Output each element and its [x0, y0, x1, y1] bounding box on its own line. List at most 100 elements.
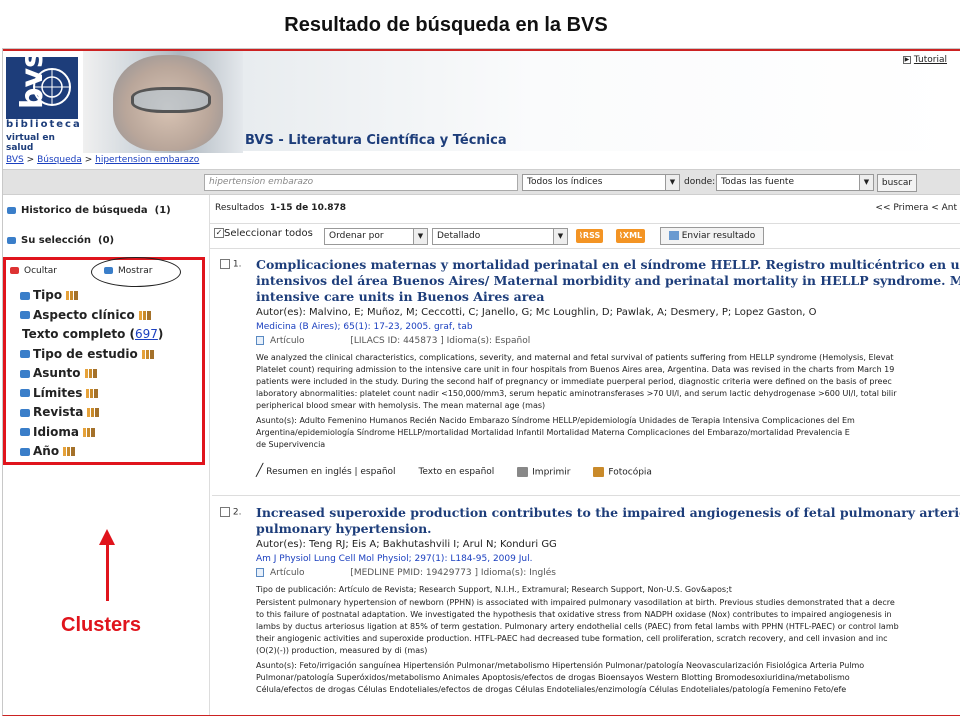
record-actions: ╱ Resumen en inglés | español Texto en es… [256, 463, 672, 477]
expand-icon [20, 311, 30, 319]
cluster-item[interactable]: Revista [20, 405, 100, 419]
logo-line2: virtual en salud [6, 133, 55, 153]
abstract-line: lambs by ductus arteriosus ligation at 8… [256, 622, 899, 631]
send-label: Enviar resultado [681, 231, 756, 241]
checkbox-icon: ✓ [214, 228, 224, 238]
bar-chart-icon[interactable] [86, 388, 99, 398]
ocultar-button[interactable]: Ocultar [10, 266, 57, 276]
print-link[interactable]: Imprimir [517, 466, 570, 477]
record-title-line: Complicaciones maternas y mortalidad per… [256, 257, 960, 272]
record-subjects: Asunto(s): Adulto Femenino Humanos Recié… [256, 415, 855, 451]
order-select[interactable]: Ordenar por ▼ [324, 228, 428, 245]
expand-icon [20, 291, 30, 300]
subject-line[interactable]: de Supervivencia [256, 439, 855, 451]
record-journal[interactable]: Am J Physiol Lung Cell Mol Physiol; 297(… [256, 554, 532, 564]
select-all-checkbox[interactable]: ✓ Seleccionar todos [214, 228, 313, 239]
subject-line[interactable]: Célula/efectos de drogas Células Endotel… [256, 684, 864, 696]
fulltext-link[interactable]: Texto en español [418, 467, 494, 477]
results-toolbar: ✓ Seleccionar todos Ordenar por ▼ Detalla… [210, 223, 960, 249]
rss-button[interactable]: ⌇RSS [576, 229, 604, 243]
results-label: Resultados [215, 203, 265, 213]
cluster-label: Aspecto clínico [33, 307, 135, 322]
record-divider [212, 495, 960, 496]
send-icon [668, 231, 679, 240]
select-all-label: Seleccionar todos [224, 228, 313, 239]
seleccion-link[interactable]: Su selección (0) [7, 235, 114, 246]
historico-link[interactable]: Historico de búsqueda (1) [7, 205, 171, 216]
breadcrumb-query[interactable]: hipertension embarazo [95, 155, 199, 165]
breadcrumb-separator: > [84, 155, 93, 165]
source-select-value: Todas las fuente [721, 177, 794, 187]
bar-chart-icon[interactable] [87, 408, 100, 417]
record-journal[interactable]: Medicina (B Aires); 65(1): 17-23, 2005. … [256, 322, 473, 332]
bvs-logo-text: bvs [15, 57, 50, 109]
record-checkbox[interactable] [220, 507, 230, 517]
bar-chart-icon[interactable] [141, 349, 154, 359]
cluster-item[interactable]: Límites [20, 385, 99, 400]
cluster-count-link[interactable]: 697 [135, 327, 158, 341]
record-title[interactable]: Complicaciones maternas y mortalidad per… [256, 257, 960, 305]
minus-icon [10, 267, 19, 274]
bar-chart-icon[interactable] [138, 310, 151, 320]
photocopy-link[interactable]: Fotocópia [593, 466, 652, 477]
cluster-item[interactable]: Asunto [20, 366, 97, 380]
pager[interactable]: << Primera < Ant [875, 203, 957, 213]
index-select-value: Todos los índices [527, 177, 603, 187]
format-select[interactable]: Detallado ▼ [432, 228, 568, 245]
record-checkbox[interactable] [220, 259, 230, 269]
breadcrumb-bvs[interactable]: BVS [6, 155, 24, 165]
xml-button[interactable]: ⌇XML [616, 229, 646, 243]
play-icon: ▶ [902, 55, 911, 64]
bar-chart-icon[interactable] [84, 369, 97, 378]
subject-line[interactable]: Argentina/epidemiología Síndrome HELLP/m… [256, 427, 855, 439]
article-icon [256, 568, 264, 577]
record-type-line: Artículo [MEDLINE PMID: 19429773 ] Idiom… [256, 568, 556, 578]
cluster-label: Límites [33, 385, 83, 400]
browser-frame: bvs biblioteca virtual en salud BVS - Li… [2, 48, 960, 716]
record-title-line: intensive care units in Buenos Aires are… [256, 289, 545, 304]
chevron-down-icon: ▼ [859, 175, 873, 190]
breadcrumb-busqueda[interactable]: Búsqueda [37, 155, 82, 165]
page-title: Resultado de búsqueda en la BVS [284, 14, 608, 36]
tutorial-link[interactable]: ▶ Tutorial [902, 55, 947, 65]
bvs-logo[interactable]: bvs biblioteca virtual en salud [6, 50, 82, 153]
subject-line[interactable]: Pulmonar/patología Superóxidos/metabolis… [256, 672, 864, 684]
subject-line[interactable]: Asunto(s): Adulto Femenino Humanos Recié… [256, 415, 855, 427]
printer-icon [517, 466, 529, 477]
index-select[interactable]: Todos los índices ▼ [522, 174, 680, 191]
subject-line[interactable]: Asunto(s): Feto/irrigación sanguínea Hip… [256, 660, 864, 672]
cluster-item[interactable]: Año [20, 444, 76, 458]
expand-icon [20, 389, 30, 397]
cluster-item[interactable]: Tipo [20, 288, 79, 302]
abstract-lang-link[interactable]: ╱ Resumen en inglés | español [256, 463, 396, 477]
record-title[interactable]: Increased superoxide production contribu… [256, 505, 960, 537]
record-type: Artículo [270, 568, 305, 578]
record-type-line: Artículo [LILACS ID: 445873 ] Idioma(s):… [256, 336, 530, 346]
bvs-logo-mark: bvs [6, 50, 78, 119]
bar-chart-icon[interactable] [63, 447, 76, 456]
source-select[interactable]: Todas las fuente ▼ [716, 174, 874, 191]
cluster-item[interactable]: Texto completo (697) [22, 327, 163, 341]
bar-chart-icon[interactable] [66, 291, 79, 300]
cluster-label: Revista [33, 405, 84, 419]
record-authors: Autor(es): Teng RJ; Eis A; Bakhutashvili… [256, 539, 557, 550]
clusters-panel: Ocultar Mostrar Tipo Aspecto clínico Texto… [3, 257, 205, 465]
record-pub-type: Tipo de publicación: Artículo de Revista… [256, 585, 732, 594]
cluster-item[interactable]: Aspecto clínico [20, 308, 151, 322]
clusters-annotation-label: Clusters [61, 614, 142, 636]
historico-label: Historico de búsqueda [21, 205, 148, 216]
expand-icon [20, 369, 30, 378]
ocultar-label: Ocultar [24, 266, 57, 276]
bar-chart-icon[interactable] [83, 427, 96, 437]
paren-close: ) [157, 327, 164, 341]
search-button[interactable]: buscar [877, 174, 917, 192]
cluster-item[interactable]: Tipo de estudio [20, 347, 154, 361]
search-input[interactable]: hipertension embarazo [204, 174, 518, 191]
seleccion-label: Su selección [21, 235, 92, 246]
header-photo-goggles [131, 87, 211, 113]
abstract-line: to this failure of postnatal adaptation.… [256, 610, 892, 619]
abstract-line: (O(2)(-)) production, measured by di (ma… [256, 646, 428, 655]
cluster-item[interactable]: Idioma [20, 425, 96, 439]
send-results-button[interactable]: Enviar resultado [660, 227, 764, 245]
record-title-line: Increased superoxide production contribu… [256, 505, 960, 520]
